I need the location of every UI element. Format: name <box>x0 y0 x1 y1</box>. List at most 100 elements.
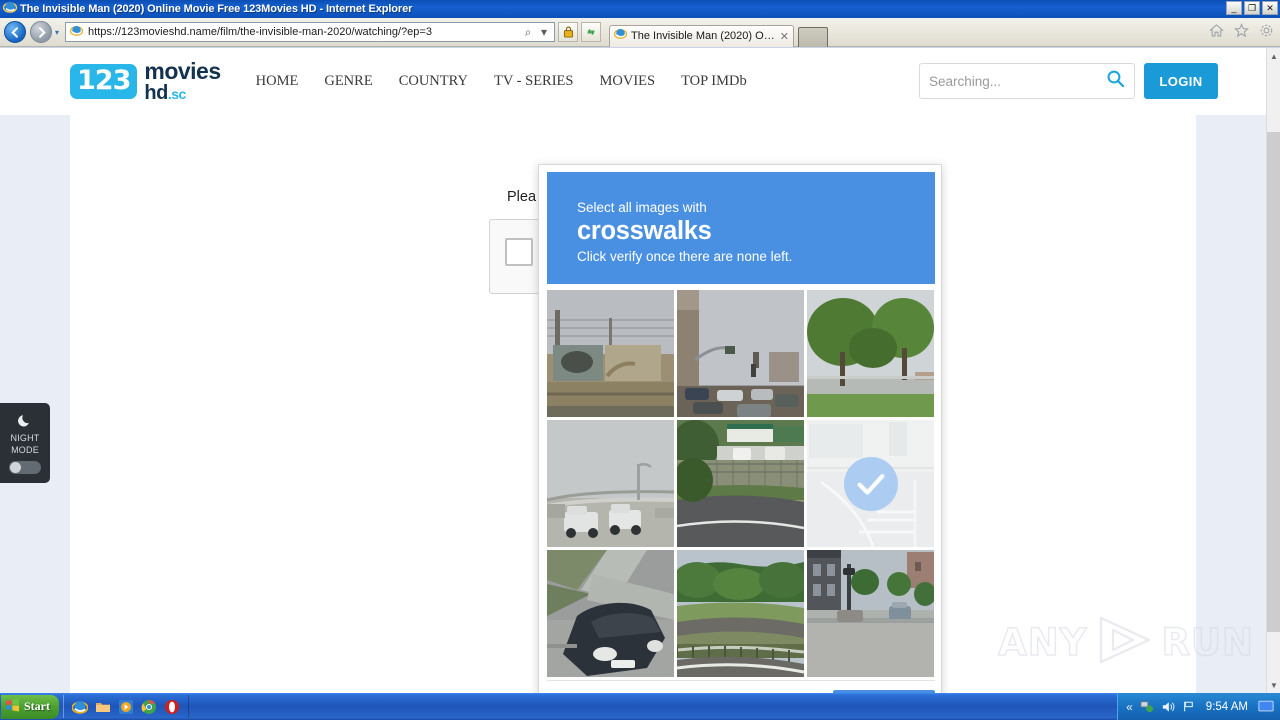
tile-image-trees <box>807 290 934 417</box>
restore-button[interactable]: ❐ <box>1244 1 1260 15</box>
tab-strip: The Invisible Man (2020) Onli… ✕ <box>609 18 829 47</box>
tab-title: The Invisible Man (2020) Onli… <box>631 30 776 42</box>
captcha-prompt-text: Plea <box>507 189 537 205</box>
captcha-tile[interactable] <box>807 290 934 417</box>
network-icon[interactable] <box>1140 700 1154 713</box>
night-mode-label-line1: NIGHT <box>10 432 40 443</box>
toolbar-right-icons <box>1209 23 1274 42</box>
moon-icon <box>17 413 33 431</box>
minimize-button[interactable]: _ <box>1226 1 1242 15</box>
browser-tab[interactable]: The Invisible Man (2020) Onli… ✕ <box>609 24 795 47</box>
page-scrollbar[interactable]: ▲ ▼ <box>1266 48 1280 693</box>
tile-image-fenceroad <box>677 420 804 547</box>
address-bar[interactable]: https://123movieshd.name/film/the-invisi… <box>65 22 556 42</box>
nav-item-home[interactable]: HOME <box>256 73 299 90</box>
tile-image-trucks <box>547 420 674 547</box>
search-input[interactable] <box>929 73 1106 89</box>
tile-image-guardrail <box>677 550 804 677</box>
history-dropdown-button[interactable]: ▾ <box>55 28 59 37</box>
volume-icon[interactable] <box>1161 700 1175 713</box>
captcha-tile[interactable] <box>547 420 674 547</box>
site-logo[interactable]: 123 movies hd.sc <box>70 60 221 103</box>
taskbar-media-player-icon[interactable] <box>118 699 134 715</box>
login-button[interactable]: LOGIN <box>1144 63 1218 99</box>
night-mode-label-line2: MODE <box>11 444 39 455</box>
browser-toolbar: ▾ https://123movieshd.name/film/the-invi… <box>0 18 1280 47</box>
logo-word-top: movies <box>144 58 221 84</box>
captcha-tile[interactable] <box>547 550 674 677</box>
site-header: 123 movies hd.sc HOME GENRE COUNTRY TV -… <box>0 48 1266 115</box>
web-page: 123 movies hd.sc HOME GENRE COUNTRY TV -… <box>0 48 1266 693</box>
nav-item-tv-series[interactable]: TV - SERIES <box>494 73 574 90</box>
recaptcha-challenge-dialog: Select all images with crosswalks Click … <box>538 164 942 693</box>
tile-image-billboards <box>547 290 674 417</box>
captcha-tile[interactable] <box>807 420 934 547</box>
tile-image-darkcar <box>547 550 674 677</box>
scroll-up-arrow[interactable]: ▲ <box>1267 48 1280 64</box>
close-button[interactable]: ✕ <box>1262 1 1278 15</box>
windows-logo-icon <box>5 698 20 716</box>
header-search-area: LOGIN <box>919 63 1218 99</box>
taskbar-internet-explorer-icon[interactable] <box>72 699 88 715</box>
night-mode-toggle[interactable] <box>9 460 41 474</box>
logo-tld-text: .sc <box>167 86 186 102</box>
tab-close-icon[interactable]: ✕ <box>780 30 789 43</box>
window-title-bar: The Invisible Man (2020) Online Movie Fr… <box>0 0 1280 18</box>
logo-hd-text: hd <box>144 82 168 104</box>
search-go-icon[interactable]: ⌕ <box>520 25 536 40</box>
system-tray: « 9:54 AM <box>1117 693 1280 720</box>
new-tab-button[interactable] <box>798 26 829 47</box>
show-desktop-icon[interactable] <box>1258 700 1274 713</box>
challenge-target-object: crosswalks <box>577 217 712 245</box>
search-box[interactable] <box>919 63 1135 99</box>
captcha-tile[interactable] <box>807 550 934 677</box>
tile-image-urban <box>807 550 934 677</box>
favorites-star-icon[interactable] <box>1234 23 1249 42</box>
address-bar-url[interactable]: https://123movieshd.name/film/the-invisi… <box>84 26 520 38</box>
quick-launch-bar <box>63 695 189 718</box>
page-viewport: 123 movies hd.sc HOME GENRE COUNTRY TV -… <box>0 48 1280 693</box>
address-dropdown-icon[interactable]: ▾ <box>536 25 552 39</box>
back-button[interactable] <box>4 21 26 43</box>
logo-wordmark: movies hd.sc <box>144 58 221 104</box>
nav-item-movies[interactable]: MOVIES <box>599 73 655 90</box>
page-favicon-icon <box>68 24 84 40</box>
captcha-tile[interactable] <box>547 290 674 417</box>
recaptcha-checkbox[interactable] <box>505 238 533 266</box>
tile-image-citystreet <box>677 290 804 417</box>
internet-explorer-icon <box>2 0 18 19</box>
nav-item-country[interactable]: COUNTRY <box>399 73 468 90</box>
nav-item-top-imdb[interactable]: TOP IMDb <box>681 73 747 90</box>
start-button[interactable]: Start <box>1 694 59 719</box>
captcha-tile[interactable] <box>677 420 804 547</box>
challenge-instruction: Select all images with <box>577 200 707 215</box>
night-mode-widget[interactable]: NIGHT MODE <box>0 403 50 483</box>
main-navigation: HOME GENRE COUNTRY TV - SERIES MOVIES TO… <box>256 73 747 90</box>
recaptcha-footer: VERIFY <box>547 680 935 693</box>
show-hidden-icons-button[interactable]: « <box>1126 700 1133 714</box>
gear-icon[interactable] <box>1259 23 1274 42</box>
lock-icon[interactable] <box>558 22 579 42</box>
taskbar-google-chrome-icon[interactable] <box>141 699 157 715</box>
nav-item-genre[interactable]: GENRE <box>324 73 372 90</box>
challenge-hint: Click verify once there are none left. <box>577 249 793 264</box>
windows-taskbar: Start « 9:54 AM <box>0 693 1280 720</box>
taskbar-file-explorer-icon[interactable] <box>95 699 111 715</box>
refresh-icon[interactable] <box>581 22 602 42</box>
taskbar-opera-browser-icon[interactable] <box>164 699 180 715</box>
search-icon[interactable] <box>1106 69 1125 93</box>
forward-button[interactable] <box>30 21 52 43</box>
captcha-tile[interactable] <box>677 290 804 417</box>
scroll-down-arrow[interactable]: ▼ <box>1267 677 1280 693</box>
logo-word-bottom: hd.sc <box>144 83 220 103</box>
window-controls: _ ❐ ✕ <box>1226 1 1278 15</box>
recaptcha-challenge-header: Select all images with crosswalks Click … <box>547 172 935 284</box>
check-icon <box>843 456 898 511</box>
scrollbar-thumb[interactable] <box>1267 132 1280 632</box>
window-title: The Invisible Man (2020) Online Movie Fr… <box>20 3 413 15</box>
captcha-tile[interactable] <box>677 550 804 677</box>
home-icon[interactable] <box>1209 23 1224 42</box>
flag-icon[interactable] <box>1182 700 1196 713</box>
taskbar-clock[interactable]: 9:54 AM <box>1206 701 1248 713</box>
logo-badge: 123 <box>70 64 138 99</box>
